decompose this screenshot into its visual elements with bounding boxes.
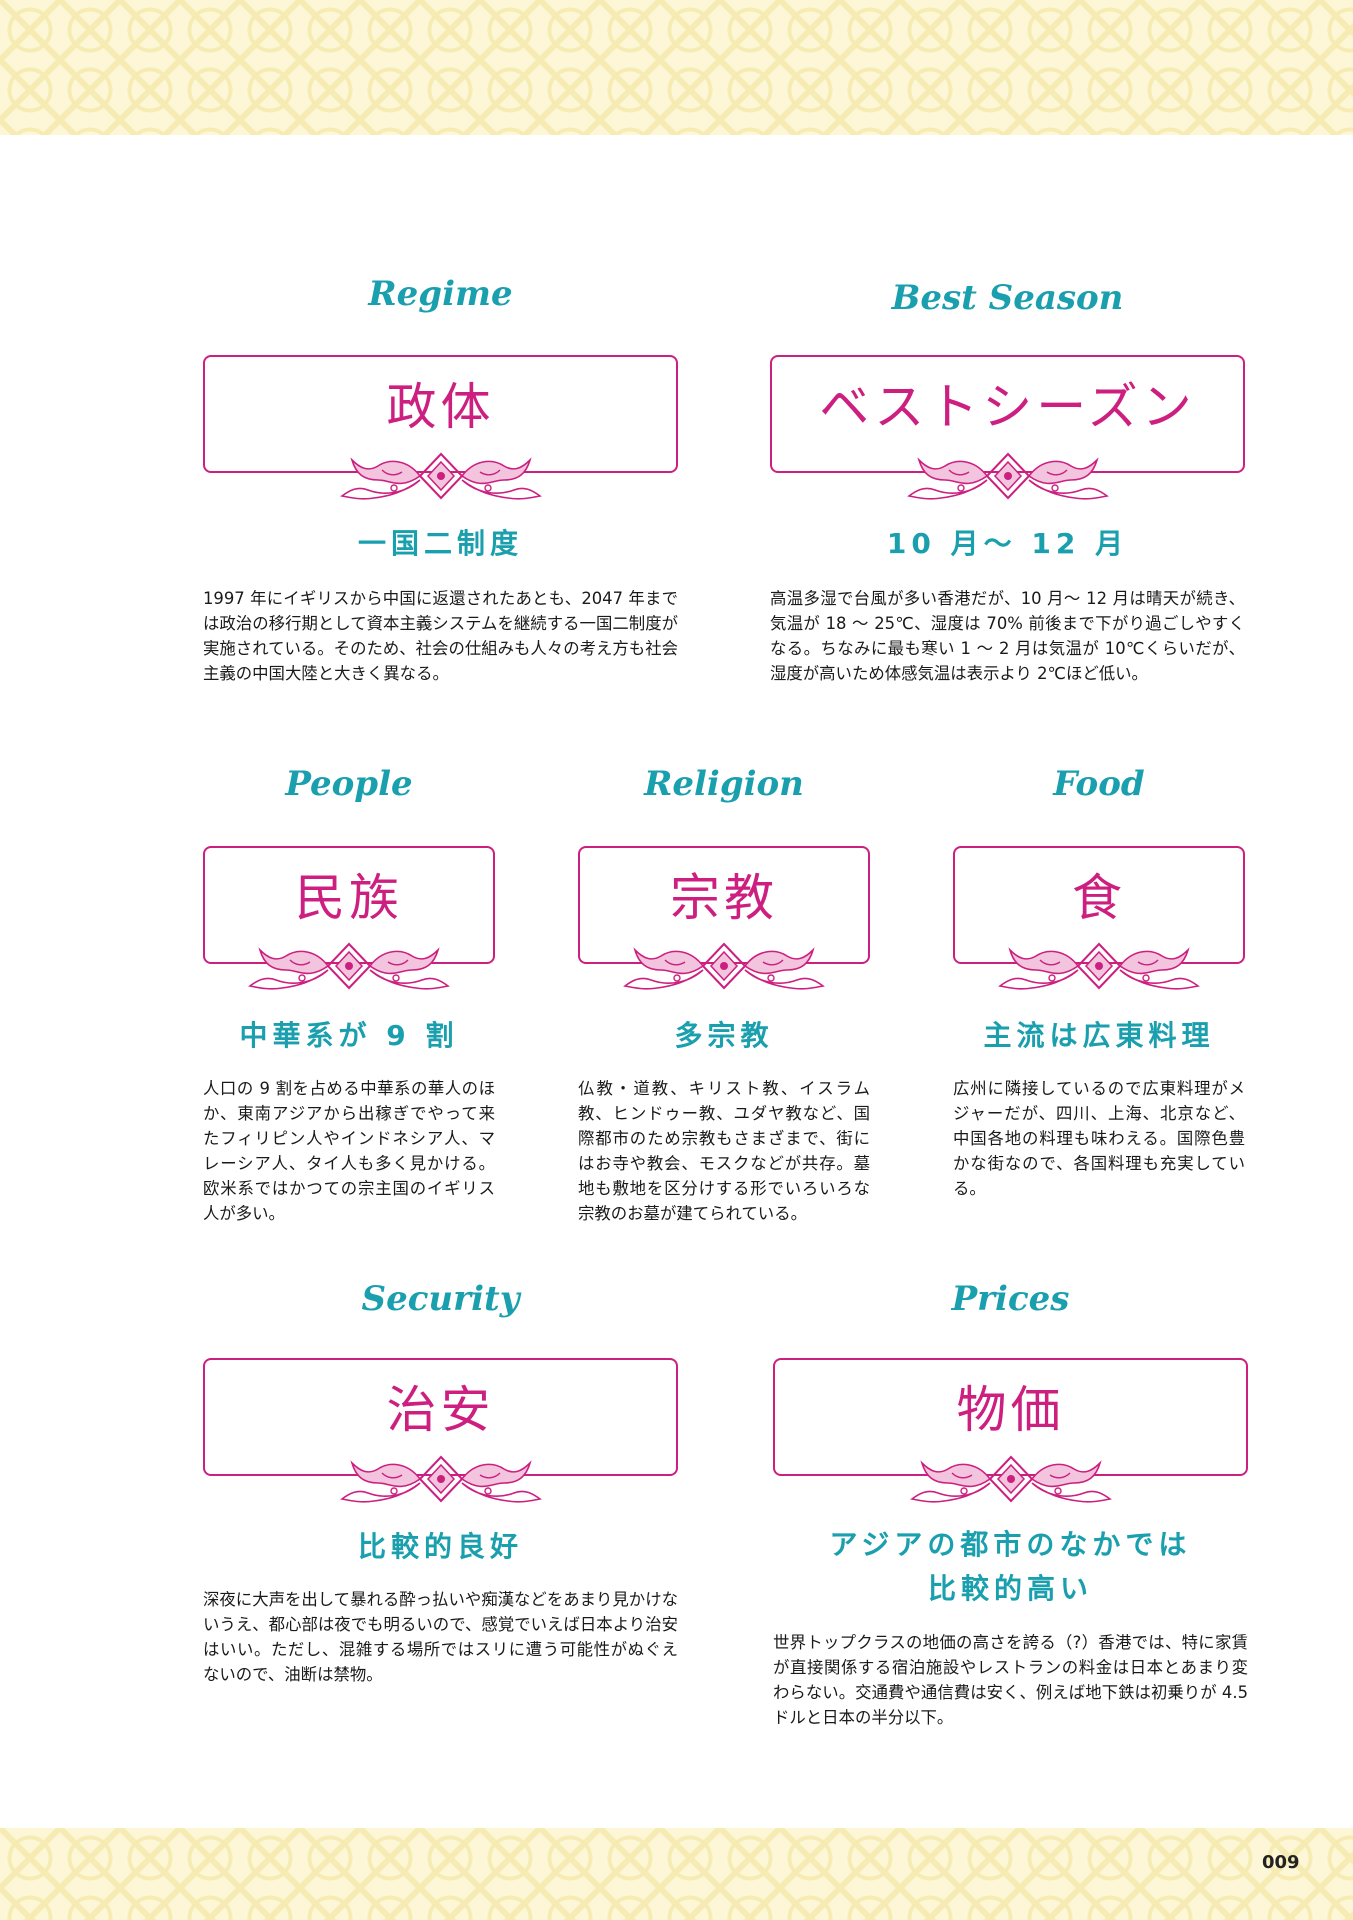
section-en-title: Security [361,1279,520,1319]
section-jp-title: ベストシーズン [819,378,1196,436]
ornament-icon [910,1456,1111,1503]
section-heading: 一国二制度 [357,527,523,560]
section-jp-title: 政体 [386,378,495,436]
top-pattern-band [0,0,1353,135]
ornament-icon [340,453,541,500]
section-body: 人口の 9 割を占める中華系の華人のほか、東南アジアから出稼ぎでやって来たフィリ… [203,1079,495,1223]
ornament-icon [340,1456,541,1503]
section-en-title: Best Season [891,278,1124,318]
section-regime: Regime 政体 一国二制度 1997 年にイギリスから中国に返還されたあとも… [203,270,678,700]
section-en-title: Food [1053,764,1145,804]
section-heading: 中華系が 9 割 [239,1019,459,1052]
section-jp-title: 治安 [386,1381,495,1439]
section-heading-line1: アジアの都市のなかでは [829,1528,1192,1561]
section-en-title: Regime [368,274,513,314]
section-heading: 主流は広東料理 [983,1019,1215,1052]
section-en-title: People [285,764,413,804]
section-en-title: Religion [644,764,804,804]
section-religion: Religion 宗教 多宗教 仏教・道教、キリスト教、イスラム教、ヒンドゥー教… [578,760,870,1240]
section-best-season: Best Season ベストシーズン 10 月～ 12 月 高温多湿で台風が多… [770,270,1245,730]
section-heading-line2: 比較的高い [927,1572,1093,1605]
section-heading: 10 月～ 12 月 [886,527,1129,560]
page-number: 009 [1262,1852,1300,1873]
section-body: 深夜に大声を出して暴れる酔っ払いや痴漢などをあまり見かけないうえ、都心部は夜でも… [203,1590,678,1684]
section-body: 仏教・道教、キリスト教、イスラム教、ヒンドゥー教、ユダヤ教など、国際都市のため宗… [578,1079,870,1223]
section-jp-title: 物価 [956,1381,1065,1439]
section-body: 世界トップクラスの地価の高さを誇る（?）香港では、特に家賃が直接関係する宿泊施設… [773,1633,1248,1727]
section-heading: 多宗教 [674,1019,774,1052]
section-heading: 比較的良好 [357,1530,523,1563]
section-body: 広州に隣接しているので広東料理がメジャーだが、四川、上海、北京など、中国各地の料… [953,1079,1245,1198]
section-food: Food 食 主流は広東料理 広州に隣接しているので広東料理がメジャーだが、四川… [953,760,1245,1240]
ornament-icon [999,943,1199,990]
section-en-title: Prices [951,1279,1070,1319]
ornament-icon [249,943,449,990]
section-jp-title: 宗教 [670,869,778,927]
section-people: People 民族 中華系が 9 割 人口の 9 割を占める中華系の華人のほか、… [203,760,495,1240]
section-body: 1997 年にイギリスから中国に返還されたあとも、2047 年までは政治の移行期… [203,589,678,683]
bottom-pattern-band [0,1828,1353,1920]
section-jp-title: 食 [1072,869,1126,927]
ornament-icon [907,453,1108,500]
section-body: 高温多湿で台風が多い香港だが、10 月～ 12 月は晴天が続き、気温が 18 ～… [770,589,1245,683]
ornament-icon [624,943,824,990]
section-security: Security 治安 比較的良好 深夜に大声を出して暴れる酔っ払いや痴漢などを… [203,1275,678,1715]
section-prices: Prices 物価 アジアの都市のなかでは 比較的高い 世界トップクラスの地価の… [773,1275,1248,1755]
section-jp-title: 民族 [295,869,403,927]
